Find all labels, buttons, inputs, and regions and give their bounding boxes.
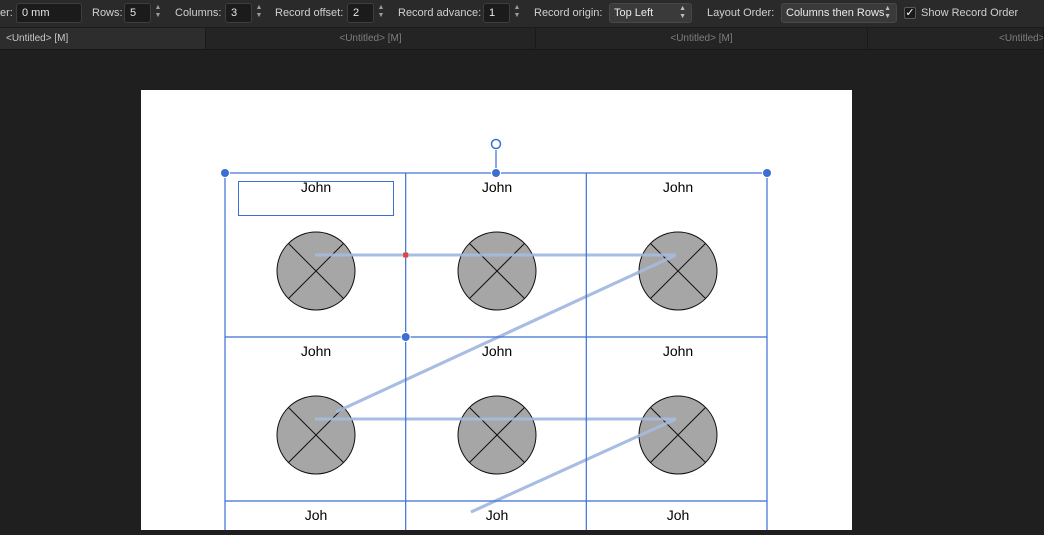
record-offset-input[interactable]: 2 [347,3,374,23]
record-name-text: John [482,179,512,195]
record-origin-value: Top Left [614,7,654,19]
image-placeholder [276,231,356,311]
record-offset-stepper[interactable]: ▲ ▼ [377,4,385,22]
image-placeholder [638,395,718,475]
record-advance-input[interactable]: 1 [483,3,510,23]
selection-handle[interactable] [491,168,501,178]
selection-handle[interactable] [220,168,230,178]
layout-order-value: Columns then Rows [786,7,885,19]
record-name-text: John [482,343,512,359]
record-name-text: John [663,343,693,359]
record-origin-select[interactable]: Top Left ▲ ▼ [609,3,692,23]
record-name-text: Joh [667,507,690,523]
selection-handle[interactable] [762,168,772,178]
document-canvas[interactable]: John John John John John John Joh Joh Jo… [0,50,1044,535]
cell-size-handle[interactable] [400,332,411,342]
anchor-dot [403,252,409,258]
record-advance-label: Record advance: [398,7,482,19]
document-tab[interactable]: <Untitled> [M] [206,28,536,49]
record-origin-label: Record origin: [534,7,603,19]
show-record-order-label: Show Record Order [921,7,1019,19]
columns-stepper[interactable]: ▲ ▼ [255,4,263,22]
document-tab[interactable]: <Untitled> [M] [0,28,206,49]
rows-input[interactable]: 5 [124,3,151,23]
document-tab[interactable]: <Untitled> [868,28,1044,49]
record-advance-stepper[interactable]: ▲ ▼ [513,4,521,22]
image-placeholder [457,395,537,475]
columns-label: Columns: [175,7,222,19]
record-name-text: John [663,179,693,195]
data-merge-layout: John John John John John John Joh Joh Jo… [220,138,772,535]
updown-chevron-icon: ▲ ▼ [679,5,686,20]
updown-chevron-icon: ▲ ▼ [884,5,891,20]
document-tab-bar: <Untitled> [M] <Untitled> [M] <Untitled>… [0,28,1044,50]
record-name-text: John [301,343,331,359]
record-name-text: John [301,179,331,195]
record-offset-label: Record offset: [275,7,344,19]
gutter-input[interactable]: 0 mm [16,3,82,23]
document-tab[interactable]: <Untitled> [M] [536,28,868,49]
rows-stepper[interactable]: ▲ ▼ [154,4,162,22]
data-merge-toolbar: er: 0 mm Rows: 5 ▲ ▼ Columns: 3 ▲ ▼ Record… [0,0,1044,28]
record-name-text: Joh [305,507,328,523]
image-placeholder [638,231,718,311]
show-record-order-checkbox[interactable]: ✓ [904,7,916,19]
columns-input[interactable]: 3 [225,3,252,23]
document-page[interactable]: John John John John John John Joh Joh Jo… [141,90,852,535]
rotation-handle[interactable] [490,138,502,150]
rows-label: Rows: [92,7,123,19]
layout-order-select[interactable]: Columns then Rows ▲ ▼ [781,3,897,23]
record-name-text: Joh [486,507,509,523]
image-placeholder [457,231,537,311]
layout-order-label: Layout Order: [707,7,775,19]
gutter-label: er: [0,7,13,19]
